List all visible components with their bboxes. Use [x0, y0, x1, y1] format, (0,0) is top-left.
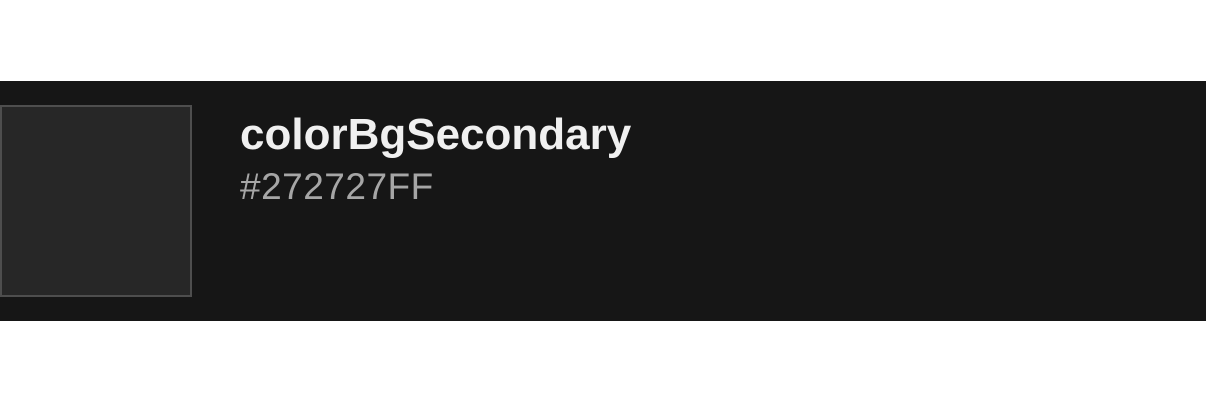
color-token-card: colorBgSecondary #272727FF [0, 81, 1206, 321]
color-swatch [0, 105, 192, 297]
token-hex-value: #272727FF [240, 166, 434, 207]
token-name: colorBgSecondary [240, 110, 632, 159]
